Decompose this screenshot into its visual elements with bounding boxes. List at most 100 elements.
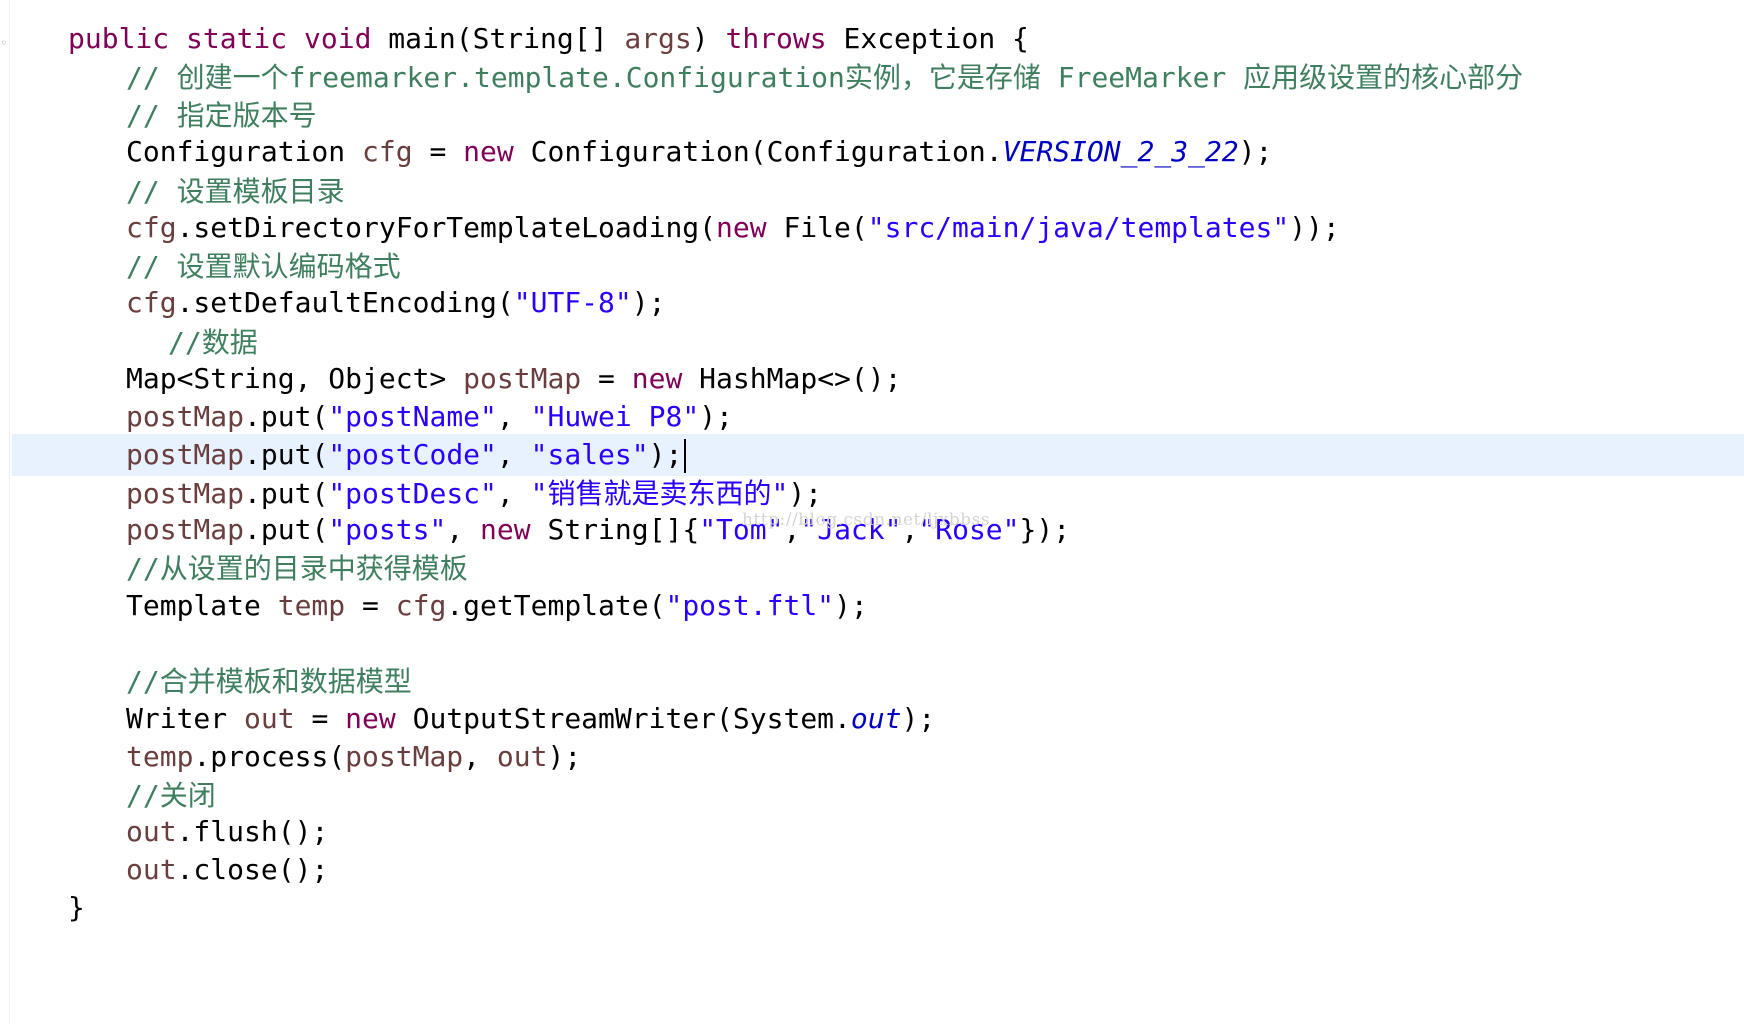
code-line-flush[interactable]: out.flush();: [0, 811, 1744, 853]
comment-token: //从设置的目录中获得模板: [126, 552, 468, 585]
code-token: ));: [1289, 211, 1340, 244]
string-token: "sales": [530, 438, 649, 471]
code-token: Configuration: [126, 135, 363, 168]
code-token: });: [1019, 513, 1071, 546]
keyword-token: new: [345, 702, 396, 735]
code-token: Exception {: [826, 22, 1029, 55]
variable-token: cfg: [362, 135, 413, 168]
code-token: Map<String, Object>: [126, 362, 464, 395]
keyword-token: new: [480, 513, 531, 546]
code-line-comment[interactable]: // 创建一个freemarker.template.Configuration…: [0, 57, 1744, 99]
variable-token: out: [496, 740, 548, 773]
comment-token: //合并模板和数据模型: [126, 665, 412, 698]
variable-token: postMap: [126, 438, 245, 471]
code-token: =: [345, 589, 396, 622]
variable-token: out: [244, 702, 295, 735]
keyword-token: new: [463, 135, 514, 168]
code-token: );: [901, 702, 936, 735]
string-token: "postDesc": [328, 477, 497, 510]
variable-token: cfg: [395, 589, 447, 622]
variable-token: temp: [277, 589, 346, 622]
string-token: "src/main/java/templates": [867, 211, 1290, 244]
code-line-get-template[interactable]: Template temp = cfg.getTemplate("post.ft…: [0, 585, 1744, 627]
string-token: "postName": [328, 400, 497, 433]
comment-token: // 创建一个freemarker.template.Configuration…: [126, 61, 1524, 94]
variable-token: cfg: [126, 211, 177, 244]
code-line-current[interactable]: postMap.put("postCode", "sales");: [12, 434, 1744, 476]
code-line-closing-brace[interactable]: }: [0, 887, 1744, 929]
code-line-main-signature[interactable]: public static void main(String[] args) t…: [0, 18, 1744, 60]
code-line-configuration[interactable]: Configuration cfg = new Configuration(Co…: [0, 131, 1744, 173]
variable-token: temp: [126, 740, 194, 773]
code-token: );: [648, 438, 683, 471]
code-editor[interactable]: ◦ public static void main(String[] args)…: [0, 0, 1744, 1024]
string-token: "UTF-8": [513, 286, 632, 319]
code-line-process[interactable]: temp.process(postMap, out);: [0, 736, 1744, 778]
code-token: =: [412, 135, 464, 168]
code-line-writer[interactable]: Writer out = new OutputStreamWriter(Syst…: [0, 698, 1744, 740]
variable-token: postMap: [463, 362, 582, 395]
variable-token: postMap: [345, 740, 464, 773]
code-token: =: [581, 362, 632, 395]
code-token: ): [691, 22, 726, 55]
code-token: );: [631, 286, 666, 319]
code-line-comment[interactable]: //合并模板和数据模型: [0, 661, 1744, 703]
code-token: }: [68, 891, 85, 924]
string-token: "Huwei P8": [530, 400, 700, 433]
code-token: .flush();: [176, 815, 329, 848]
variable-token: postMap: [126, 477, 245, 510]
variable-token: out: [126, 815, 177, 848]
code-token: Configuration(Configuration.: [513, 135, 1003, 168]
code-line-map-declaration[interactable]: Map<String, Object> postMap = new HashMa…: [0, 358, 1744, 400]
code-token: .put(: [244, 400, 329, 433]
keyword-token: new: [631, 362, 683, 395]
code-token: HashMap<>();: [682, 362, 902, 395]
code-token: ,: [496, 477, 531, 510]
code-token: .setDirectoryForTemplateLoading(: [176, 211, 717, 244]
code-line-close[interactable]: out.close();: [0, 849, 1744, 891]
code-token: );: [699, 400, 733, 433]
parameter-token: args: [624, 22, 692, 55]
code-token: );: [1238, 135, 1273, 168]
code-token: .put(: [244, 438, 329, 471]
comment-token: //关闭: [126, 779, 216, 812]
string-token: "postCode": [328, 438, 497, 471]
code-token: .setDefaultEncoding(: [176, 286, 514, 319]
text-caret: [684, 439, 687, 473]
keyword-token: public static void: [68, 22, 389, 55]
code-token: =: [294, 702, 346, 735]
code-token: ,: [463, 740, 497, 773]
code-token: .put(: [244, 477, 329, 510]
static-field-token: out: [850, 702, 902, 735]
code-token: );: [834, 589, 868, 622]
code-token: ,: [496, 400, 531, 433]
variable-token: cfg: [126, 286, 177, 319]
code-token: String[]{: [530, 513, 700, 546]
code-token: Template: [126, 589, 278, 622]
code-token: .put(: [244, 513, 329, 546]
keyword-token: throws: [725, 22, 827, 55]
code-token: .process(: [193, 740, 346, 773]
code-line-set-directory[interactable]: cfg.setDirectoryForTemplateLoading(new F…: [0, 207, 1744, 249]
code-token: .close();: [176, 853, 329, 886]
comment-token: // 设置默认编码格式: [126, 250, 401, 283]
code-line-comment[interactable]: //从设置的目录中获得模板: [0, 548, 1744, 590]
code-line-set-encoding[interactable]: cfg.setDefaultEncoding("UTF-8");: [0, 282, 1744, 324]
variable-token: out: [126, 853, 177, 886]
code-token: main(String[]: [388, 22, 625, 55]
variable-token: postMap: [126, 400, 245, 433]
string-token: "posts": [328, 513, 447, 546]
code-line-put-post-name[interactable]: postMap.put("postName", "Huwei P8");: [0, 396, 1744, 438]
code-token: );: [788, 477, 823, 510]
code-token: ,: [446, 513, 481, 546]
string-token: "销售就是卖东西的": [530, 477, 789, 510]
code-token: ,: [496, 438, 531, 471]
string-token: "post.ftl": [665, 589, 835, 622]
watermark: http://blog.csdn.net/ljxbbss: [742, 510, 991, 530]
comment-token: // 设置模板目录: [126, 175, 345, 208]
comment-token: //数据: [168, 326, 258, 359]
code-token: File(: [766, 211, 868, 244]
variable-token: postMap: [126, 513, 245, 546]
static-field-token: VERSION_2_3_22: [1002, 135, 1239, 168]
keyword-token: new: [716, 211, 767, 244]
